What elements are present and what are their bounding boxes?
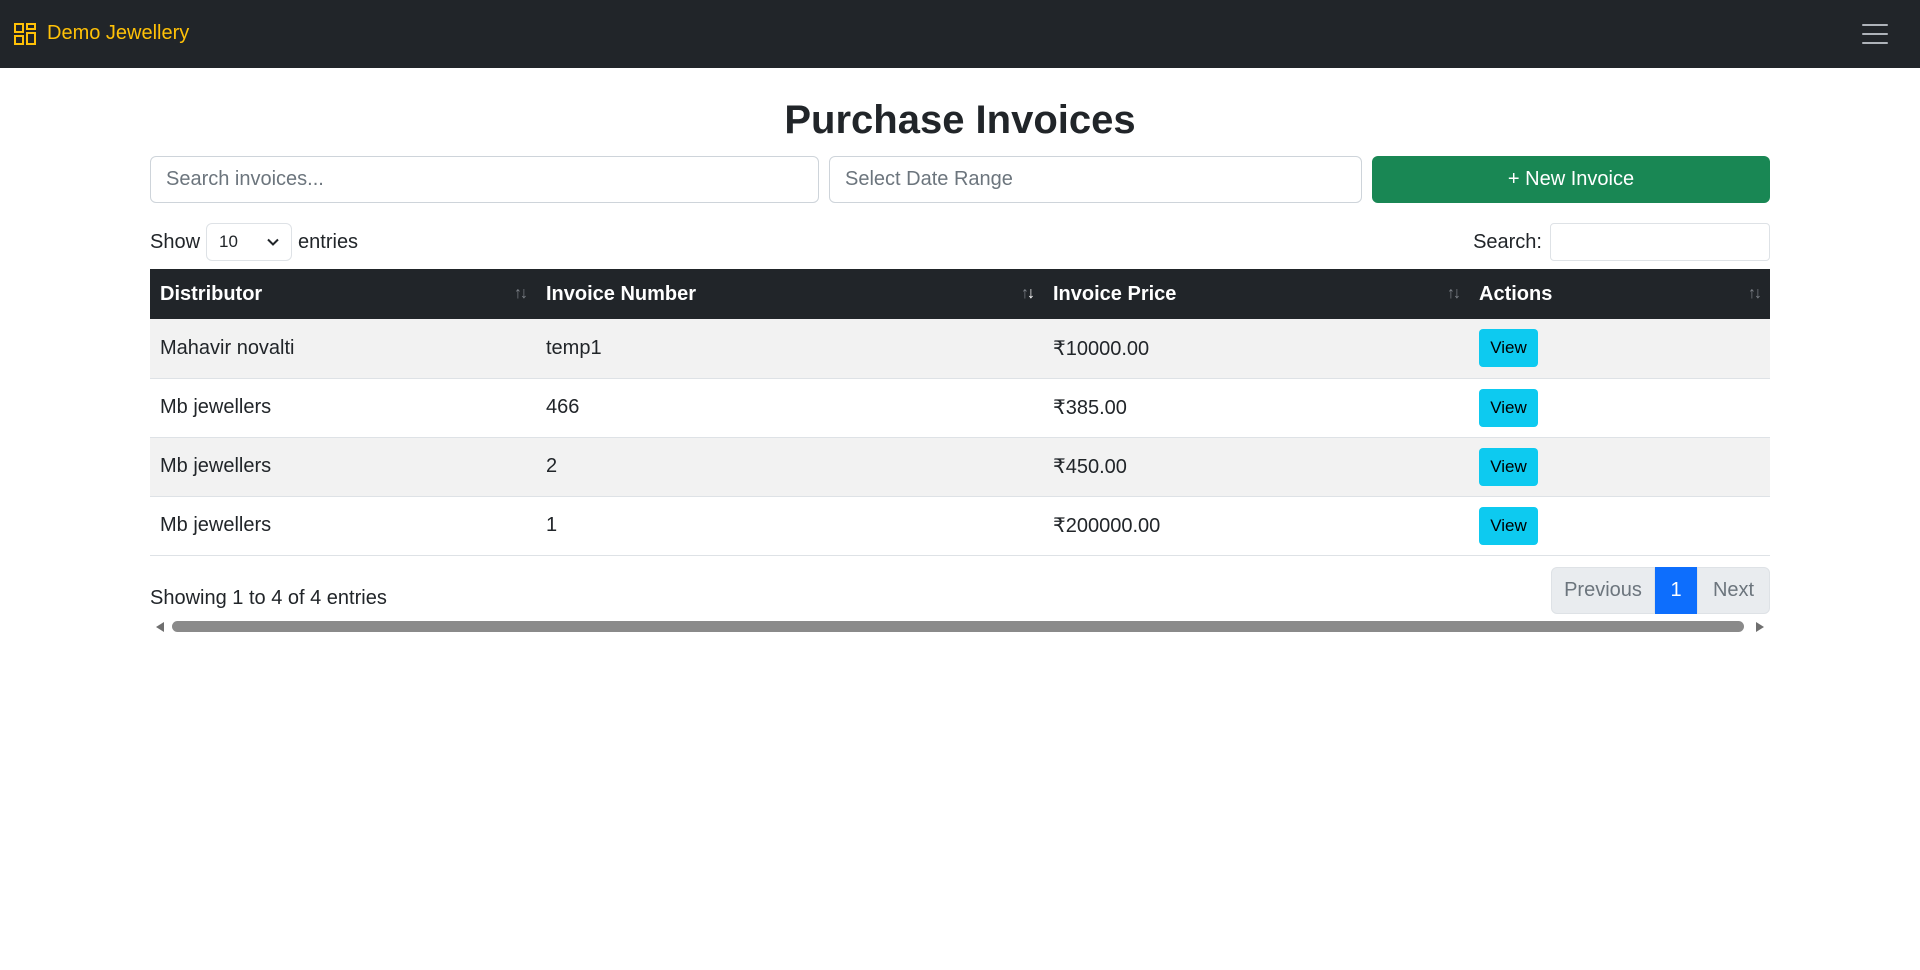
sort-arrows-icon: ↑↓	[1748, 285, 1762, 302]
date-range-input[interactable]	[829, 156, 1362, 203]
show-label: Show	[150, 230, 201, 253]
view-button[interactable]: View	[1479, 506, 1538, 545]
invoice-number-cell: 1	[536, 496, 1043, 556]
page-title: Purchase Invoices	[784, 98, 1136, 142]
column-header-distributor[interactable]: Distributor ↑↓	[150, 269, 536, 319]
hamburger-menu-icon[interactable]	[1862, 24, 1888, 46]
chevron-down-icon	[267, 238, 279, 246]
dashboard-grid-icon	[14, 22, 36, 45]
search-invoices-input[interactable]	[150, 156, 819, 203]
column-label: Distributor	[160, 282, 263, 305]
horizontal-scrollbar[interactable]	[150, 618, 1770, 636]
invoices-table: Distributor ↑↓ Invoice Number ↑↓ Invoice…	[150, 269, 1770, 556]
actions-cell: View	[1469, 319, 1770, 379]
table-search-label: Search:	[1473, 230, 1542, 253]
brand-link[interactable]: Demo Jewellery	[14, 22, 189, 45]
column-label: Invoice Number	[546, 282, 697, 305]
invoice-price-cell: ₹200000.00	[1043, 496, 1469, 556]
view-button[interactable]: View	[1479, 388, 1538, 427]
scrollbar-thumb[interactable]	[172, 621, 1744, 632]
invoice-number-cell: 466	[536, 378, 1043, 438]
scroll-right-icon[interactable]	[1756, 622, 1764, 632]
actions-cell: View	[1469, 437, 1770, 497]
invoice-price-cell: ₹385.00	[1043, 378, 1469, 438]
new-invoice-button[interactable]: + New Invoice	[1372, 156, 1770, 203]
table-info: Showing 1 to 4 of 4 entries	[150, 587, 387, 609]
scroll-left-icon[interactable]	[156, 622, 164, 632]
table-row: Mahavir novalti temp1 ₹10000.00 View	[150, 319, 1770, 379]
sort-arrows-icon: ↑↓	[514, 285, 528, 302]
entries-value: 10	[219, 232, 238, 251]
previous-page-button[interactable]: Previous	[1551, 567, 1655, 614]
table-row: Mb jewellers 1 ₹200000.00 View	[150, 496, 1770, 556]
invoice-price-cell: ₹10000.00	[1043, 319, 1469, 379]
sort-desc-icon: ↑↓	[1021, 285, 1035, 302]
sort-arrows-icon: ↑↓	[1447, 285, 1461, 302]
column-label: Actions	[1479, 282, 1553, 305]
view-button[interactable]: View	[1479, 329, 1538, 368]
table-row: Mb jewellers 2 ₹450.00 View	[150, 437, 1770, 497]
invoice-number-cell: temp1	[536, 319, 1043, 379]
distributor-cell: Mb jewellers	[150, 437, 536, 497]
entries-label: entries	[298, 230, 359, 253]
pagination: Previous 1 Next	[1551, 567, 1770, 614]
actions-cell: View	[1469, 496, 1770, 556]
actions-cell: View	[1469, 378, 1770, 438]
table-search-control: Search:	[1473, 223, 1770, 261]
entries-length-control: Show 10 entries	[150, 223, 358, 261]
column-label: Invoice Price	[1053, 282, 1177, 305]
invoice-number-cell: 2	[536, 437, 1043, 497]
entries-select[interactable]: 10	[206, 223, 293, 261]
distributor-cell: Mb jewellers	[150, 496, 536, 556]
column-header-invoice-number[interactable]: Invoice Number ↑↓	[536, 269, 1043, 319]
page-1-button[interactable]: 1	[1655, 567, 1697, 614]
table-search-input[interactable]	[1550, 223, 1770, 261]
brand-name: Demo Jewellery	[47, 22, 190, 44]
column-header-actions[interactable]: Actions ↑↓	[1469, 269, 1770, 319]
column-header-invoice-price[interactable]: Invoice Price ↑↓	[1043, 269, 1469, 319]
next-page-button[interactable]: Next	[1697, 567, 1770, 614]
table-row: Mb jewellers 466 ₹385.00 View	[150, 378, 1770, 438]
distributor-cell: Mahavir novalti	[150, 319, 536, 379]
top-navbar: Demo Jewellery	[0, 0, 1920, 68]
invoice-price-cell: ₹450.00	[1043, 437, 1469, 497]
distributor-cell: Mb jewellers	[150, 378, 536, 438]
view-button[interactable]: View	[1479, 447, 1538, 486]
